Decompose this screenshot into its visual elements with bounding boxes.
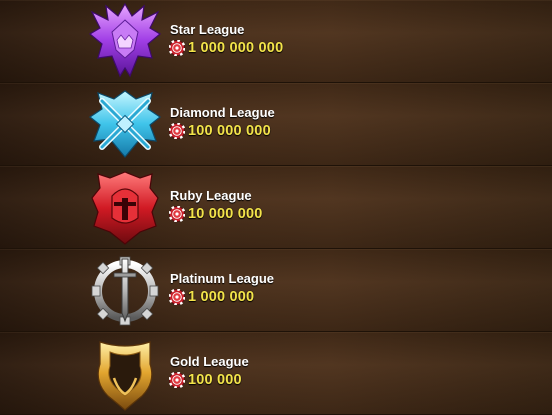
league-requirement: 1 000 000 000	[169, 39, 283, 57]
league-requirement: 1 000 000	[169, 288, 254, 306]
ruby-league-emblem-icon	[86, 168, 164, 246]
poker-chip-icon	[169, 123, 185, 139]
league-name: Star League	[170, 22, 245, 37]
league-amount: 100 000	[188, 372, 242, 388]
league-amount: 1 000 000	[188, 289, 255, 305]
gold-league-emblem-icon	[86, 334, 164, 412]
league-row-diamond[interactable]: Diamond League 100 000 000	[0, 83, 552, 166]
platinum-league-emblem-icon	[86, 251, 164, 329]
league-name: Gold League	[170, 354, 249, 369]
league-row-platinum[interactable]: Platinum League 1 000 000	[0, 249, 552, 332]
league-requirement: 100 000	[169, 371, 242, 389]
poker-chip-icon	[169, 206, 185, 222]
league-amount: 10 000 000	[188, 206, 263, 222]
league-row-ruby[interactable]: Ruby League 10 000 000	[0, 166, 552, 249]
league-row-star[interactable]: Star League 1 000 000 000	[0, 0, 552, 83]
diamond-league-emblem-icon	[86, 85, 164, 163]
poker-chip-icon	[169, 289, 185, 305]
league-row-gold[interactable]: Gold League 100 000	[0, 332, 552, 415]
league-amount: 100 000 000	[188, 123, 271, 139]
poker-chip-icon	[169, 372, 185, 388]
league-amount: 1 000 000 000	[188, 40, 284, 56]
league-name: Diamond League	[170, 105, 275, 120]
star-league-emblem-icon	[86, 2, 164, 80]
poker-chip-icon	[169, 40, 185, 56]
league-name: Platinum League	[170, 271, 275, 286]
league-list: Star League 1 000 000 000 Diamond League…	[0, 0, 552, 415]
league-name: Ruby League	[170, 188, 252, 203]
league-requirement: 100 000 000	[169, 122, 271, 140]
league-requirement: 10 000 000	[169, 205, 263, 223]
